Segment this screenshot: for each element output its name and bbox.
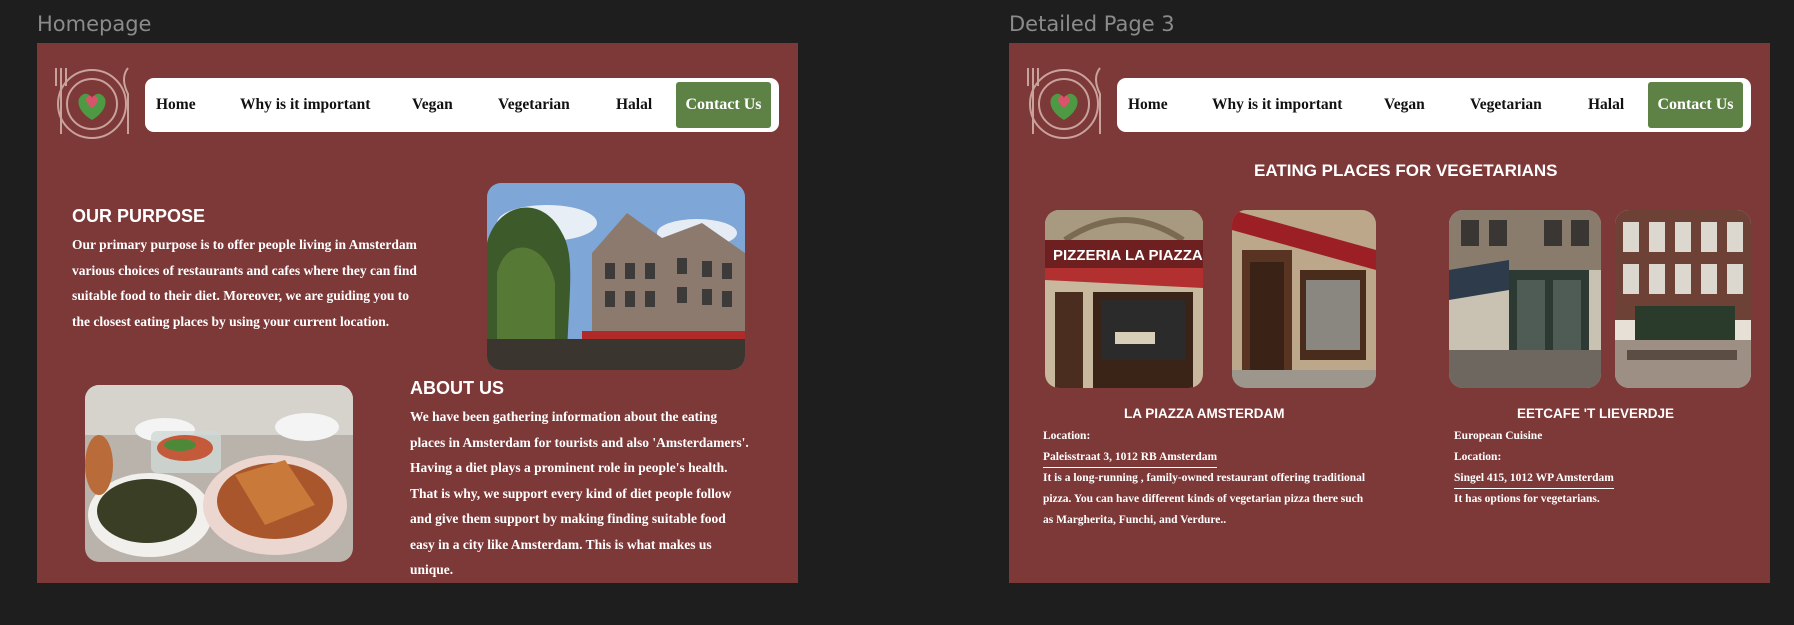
nav-vegan[interactable]: Vegan [1384, 78, 1425, 132]
nav-halal[interactable]: Halal [616, 78, 652, 132]
purpose-heading: OUR PURPOSE [72, 206, 206, 226]
cuisine-text: European Cuisine [1454, 430, 1543, 442]
la-piazza-photo-front: PIZZERIA LA PIAZZA [1045, 210, 1203, 388]
restaurant-logo [1027, 67, 1101, 139]
nav-home[interactable]: Home [1128, 78, 1168, 132]
restaurant-logo [55, 67, 129, 139]
detail-page-frame: Home Why is it important Vegan Vegetaria… [1009, 43, 1770, 583]
la-piazza-photo-side [1232, 210, 1376, 388]
contact-us-button[interactable]: Contact Us [1648, 82, 1743, 128]
la-piazza-address: Paleisstraat 3, 1012 RB Amsterdam [1043, 448, 1218, 468]
lieverdje-photo-street [1615, 210, 1751, 388]
location-label: Location: [1043, 430, 1091, 442]
nav-halal[interactable]: Halal [1588, 78, 1624, 132]
contact-us-button[interactable]: Contact Us [676, 82, 771, 128]
amsterdam-street-photo [487, 183, 745, 370]
nav-vegetarian[interactable]: Vegetarian [1470, 78, 1542, 132]
nav-vegetarian[interactable]: Vegetarian [498, 78, 570, 132]
top-navigation: Home Why is it important Vegan Vegetaria… [1117, 78, 1751, 132]
homepage-frame-label: Homepage [37, 12, 152, 36]
nav-why-important[interactable]: Why is it important [1212, 78, 1342, 132]
nav-why-important[interactable]: Why is it important [240, 78, 370, 132]
lieverdje-address: Singel 415, 1012 WP Amsterdam [1454, 469, 1614, 489]
homepage-frame: Home Why is it important Vegan Vegetaria… [37, 43, 798, 583]
lieverdje-info: European Cuisine Location: Singel 415, 1… [1454, 426, 1754, 510]
la-piazza-info: Location: Paleisstraat 3, 1012 RB Amster… [1043, 426, 1403, 531]
nav-home[interactable]: Home [156, 78, 196, 132]
food-table-photo [85, 385, 353, 562]
lieverdje-name: EETCAFE 'T LIEVERDJE [1517, 406, 1674, 421]
page-title: EATING PLACES FOR VEGETARIANS [1254, 161, 1558, 180]
lieverdje-photo-front [1449, 210, 1601, 388]
la-piazza-name: LA PIAZZA AMSTERDAM [1124, 406, 1285, 421]
svg-text:PIZZERIA LA PIAZZA: PIZZERIA LA PIAZZA [1053, 247, 1203, 264]
about-heading: ABOUT US [410, 378, 504, 398]
top-navigation: Home Why is it important Vegan Vegetaria… [145, 78, 779, 132]
purpose-text: Our primary purpose is to offer people l… [72, 237, 417, 329]
detail-frame-label: Detailed Page 3 [1009, 12, 1175, 36]
nav-vegan[interactable]: Vegan [412, 78, 453, 132]
about-text: We have been gathering information about… [410, 409, 749, 577]
location-label: Location: [1454, 451, 1502, 463]
